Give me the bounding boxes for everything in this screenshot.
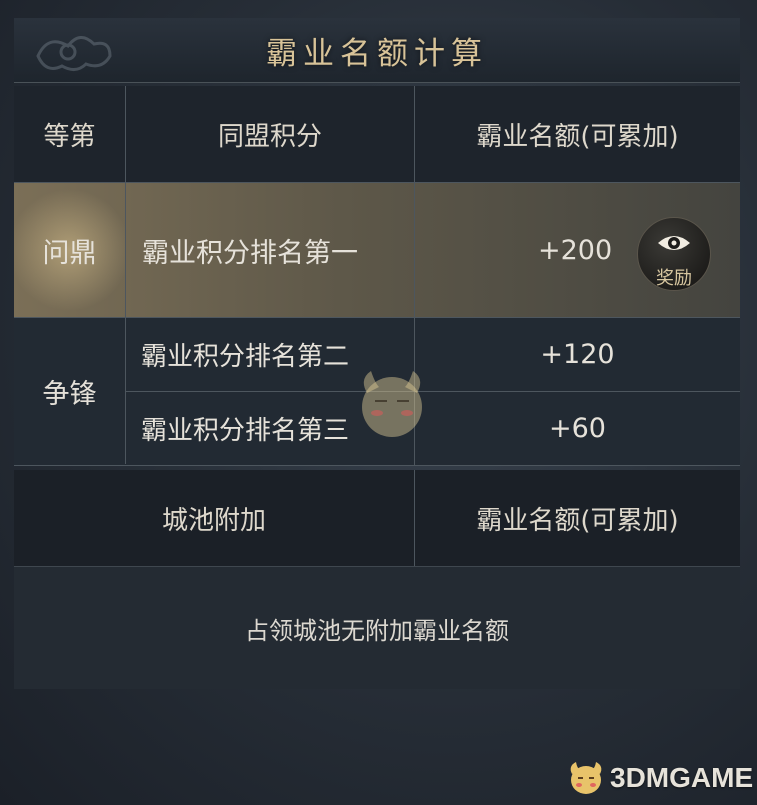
header-points: 同盟积分 — [126, 86, 415, 182]
mascot-logo-icon — [570, 762, 602, 794]
rank-label: 问鼎 — [14, 183, 126, 317]
city-header-right: 霸业名额(可累加) — [476, 505, 679, 536]
title-bar: 霸业名额计算 — [14, 18, 740, 83]
header-rank: 等第 — [14, 86, 126, 182]
reward-label: 奖励 — [656, 268, 692, 289]
criterion-label: 霸业积分排名第一 — [126, 183, 415, 317]
cloud-ornament-icon — [36, 36, 112, 71]
quota-value: +60 — [549, 413, 606, 444]
watermark-text: 3DMGAME — [610, 762, 754, 793]
table-row: 霸业积分排名第三 +60 — [126, 392, 740, 465]
mascot-watermark-icon — [362, 371, 422, 437]
reward-button[interactable]: 奖励 — [637, 217, 711, 291]
rank-label: 争锋 — [14, 318, 126, 464]
eye-icon — [658, 236, 690, 250]
city-note-row: 占领城池无附加霸业名额 — [14, 567, 740, 689]
site-watermark: 3DMGAME — [566, 760, 753, 796]
quota-value: +120 — [540, 339, 615, 370]
table-header: 等第 同盟积分 霸业名额(可累加) — [14, 86, 740, 183]
city-header-left: 城池附加 — [14, 470, 415, 566]
table-row: 霸业积分排名第二 +120 — [126, 318, 740, 392]
header-quota: 霸业名额(可累加) — [476, 121, 679, 152]
table-row: 问鼎 霸业积分排名第一 +200 — [14, 183, 740, 318]
city-header: 城池附加 霸业名额(可累加) — [14, 470, 740, 567]
page-title: 霸业名额计算 — [266, 35, 488, 72]
city-note: 占领城池无附加霸业名额 — [245, 616, 509, 645]
